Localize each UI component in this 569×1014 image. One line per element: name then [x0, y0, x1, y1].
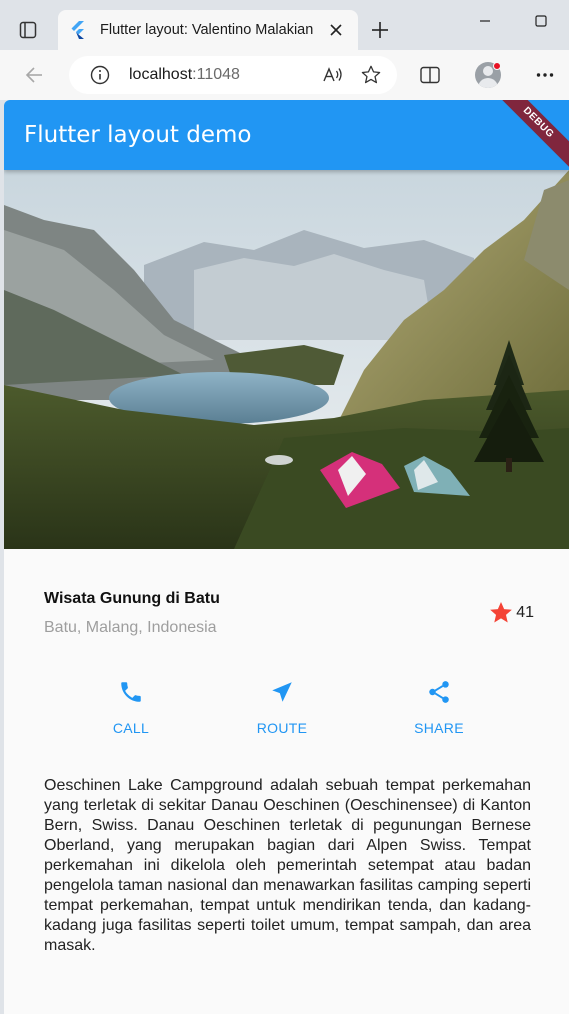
button-section: CALL ROUTE SHARE: [4, 678, 569, 748]
more-horizontal-icon: [536, 73, 554, 77]
browser-toolbar: localhost:11048: [0, 50, 569, 100]
close-tab-icon[interactable]: [326, 20, 346, 40]
split-screen-button[interactable]: [414, 59, 446, 91]
more-menu-button[interactable]: [529, 59, 561, 91]
near-me-icon: [268, 678, 296, 706]
tab-title: Flutter layout: Valentino Malakian: [100, 22, 314, 38]
minimize-button[interactable]: [457, 0, 513, 42]
plus-icon: [372, 22, 388, 38]
place-location: Batu, Malang, Indonesia: [44, 619, 217, 636]
back-button[interactable]: [18, 59, 50, 91]
maximize-icon: [535, 15, 547, 27]
read-aloud-icon[interactable]: [319, 61, 347, 89]
flutter-favicon-icon: [70, 21, 88, 39]
minimize-icon: [480, 20, 490, 22]
debug-banner: DEBUG: [485, 100, 569, 176]
route-button[interactable]: ROUTE: [232, 678, 332, 736]
star-icon: [490, 601, 513, 623]
share-button[interactable]: SHARE: [389, 678, 489, 736]
browser-tab-active[interactable]: Flutter layout: Valentino Malakian: [58, 10, 358, 50]
place-name: Wisata Gunung di Batu: [44, 590, 220, 607]
url-host: localhost: [129, 66, 193, 83]
url-port: :11048: [192, 66, 240, 83]
app-viewport: Flutter layout demo DEBUG Wisata Gunung …: [4, 100, 569, 1014]
rating: 41: [488, 600, 534, 626]
back-arrow-icon: [25, 67, 42, 83]
window-controls: [457, 0, 569, 42]
favorite-star-icon[interactable]: [357, 61, 385, 89]
title-section: Wisata Gunung di Batu Batu, Malang, Indo…: [44, 590, 534, 650]
tab-actions-icon: [19, 21, 37, 39]
route-label: ROUTE: [256, 720, 308, 736]
maximize-button[interactable]: [513, 0, 569, 42]
site-info-icon[interactable]: [89, 64, 111, 86]
rating-count: 41: [516, 604, 534, 621]
profile-button[interactable]: [472, 59, 504, 91]
share-label: SHARE: [414, 720, 464, 736]
hero-image: [4, 170, 569, 549]
call-label: CALL: [112, 720, 150, 736]
share-icon: [425, 678, 453, 706]
app-bar: Flutter layout demo DEBUG: [4, 100, 569, 176]
call-button[interactable]: CALL: [81, 678, 181, 736]
description-text: Oeschinen Lake Campground adalah sebuah …: [44, 777, 531, 954]
tab-actions-button[interactable]: [10, 12, 46, 48]
address-bar[interactable]: localhost:11048: [69, 56, 397, 94]
phone-icon: [117, 678, 145, 706]
url-text[interactable]: localhost:11048: [129, 66, 309, 84]
browser-tabstrip: Flutter layout: Valentino Malakian: [0, 0, 569, 50]
new-tab-button[interactable]: [364, 14, 396, 46]
split-screen-icon: [420, 66, 440, 84]
notification-dot: [493, 62, 501, 70]
app-bar-title: Flutter layout demo: [24, 122, 252, 148]
